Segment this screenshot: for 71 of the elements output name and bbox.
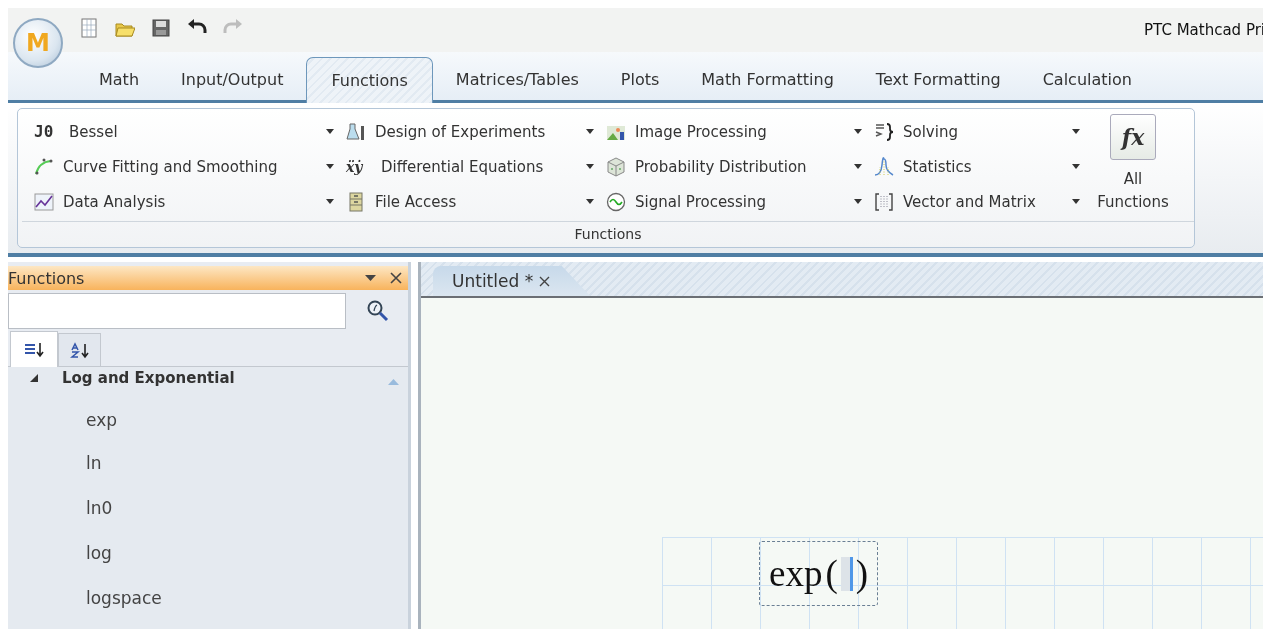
function-item[interactable]: ln xyxy=(8,441,378,486)
math-region[interactable]: exp( ) xyxy=(759,541,879,606)
line-chart-icon xyxy=(34,191,54,212)
caret-icon xyxy=(1072,129,1080,134)
ribbon-menu-button[interactable]: Design of Experiments xyxy=(342,114,594,149)
caret-icon xyxy=(1072,164,1080,169)
function-name: exp xyxy=(769,552,823,595)
sine-wave-icon xyxy=(606,191,626,212)
ribbon-menu-button[interactable]: Image Processing xyxy=(602,114,862,149)
dropdown-icon[interactable] xyxy=(365,275,376,281)
ribbon-menu-button[interactable]: Solving xyxy=(870,114,1080,149)
close-paren: ) xyxy=(855,552,869,595)
curve-icon xyxy=(34,156,54,177)
sort-tab[interactable] xyxy=(58,333,101,366)
alphabetical-sort-icon xyxy=(69,341,90,359)
category-sort-icon xyxy=(24,341,44,358)
ribbon-tab[interactable]: Math Formatting xyxy=(682,57,853,100)
ribbon-menu-button[interactable]: ẍẏ Differential Equations xyxy=(342,149,594,184)
expanded-icon[interactable] xyxy=(30,374,38,382)
ribbon-tab[interactable]: Text Formatting xyxy=(856,57,1020,100)
caret-icon xyxy=(854,164,862,169)
caret-icon xyxy=(586,164,594,169)
ribbon-menu-button[interactable]: Curve Fitting and Smoothing xyxy=(30,149,334,184)
ribbon-menu-button[interactable]: Statistics xyxy=(870,149,1080,184)
function-glyph-icon: ẍẏ xyxy=(346,158,372,175)
ribbon-tab[interactable]: Functions xyxy=(306,57,433,103)
category-label[interactable]: Log and Exponential xyxy=(62,369,235,387)
caret-icon xyxy=(326,199,334,204)
open-paren: ( xyxy=(825,552,838,595)
caret-icon xyxy=(854,129,862,134)
search-field[interactable] xyxy=(8,293,346,329)
solve-icon xyxy=(874,121,894,142)
all-functions-button[interactable]: fx All Functions xyxy=(1090,114,1176,221)
panel-title: Functions xyxy=(8,268,85,288)
ribbon-menu-button[interactable]: Signal Processing xyxy=(602,184,862,219)
ribbon-tab[interactable]: Math xyxy=(80,57,159,100)
fx-icon: fx xyxy=(1110,114,1156,160)
ribbon-tab[interactable]: Calculation xyxy=(1023,57,1151,100)
cursor-placeholder xyxy=(840,556,853,591)
ribbon-tab[interactable]: Input/Output xyxy=(162,57,303,100)
ribbon-menu-button[interactable]: Data Analysis xyxy=(30,184,334,219)
function-item[interactable]: log xyxy=(8,531,378,576)
caret-icon xyxy=(586,199,594,204)
ribbon-tab[interactable]: Matrices/Tables xyxy=(436,57,598,100)
caret-icon xyxy=(326,129,334,134)
document-tab[interactable]: Untitled * xyxy=(433,266,591,296)
caret-icon xyxy=(1072,199,1080,204)
search-icon[interactable] xyxy=(366,299,390,323)
bell-curve-icon xyxy=(874,156,894,177)
close-icon[interactable] xyxy=(390,272,402,284)
close-icon[interactable] xyxy=(539,275,551,287)
window-title: PTC Mathcad Pri xyxy=(1144,21,1263,39)
group-label: Functions xyxy=(22,220,1194,247)
ribbon-tab[interactable]: Plots xyxy=(601,57,679,100)
function-item[interactable]: ln0 xyxy=(8,486,378,531)
caret-icon xyxy=(326,164,334,169)
sort-tab[interactable] xyxy=(10,331,58,367)
function-glyph-icon: J0 xyxy=(34,122,60,141)
save-icon[interactable] xyxy=(151,18,171,38)
matrix-icon xyxy=(874,191,894,212)
caret-icon xyxy=(854,199,862,204)
ribbon-menu-button[interactable]: J0 Bessel xyxy=(30,114,334,149)
flask-icon xyxy=(346,121,366,142)
ribbon-menu-button[interactable]: File Access xyxy=(342,184,594,219)
file-cabinet-icon xyxy=(346,191,366,212)
ribbon-menu-button[interactable]: Vector and Matrix xyxy=(870,184,1080,219)
function-item[interactable]: exp xyxy=(8,399,378,441)
function-item[interactable]: logspace xyxy=(8,576,378,621)
caret-icon xyxy=(586,129,594,134)
ribbon-menu-button[interactable]: Probability Distribution xyxy=(602,149,862,184)
dice-icon xyxy=(606,156,626,177)
